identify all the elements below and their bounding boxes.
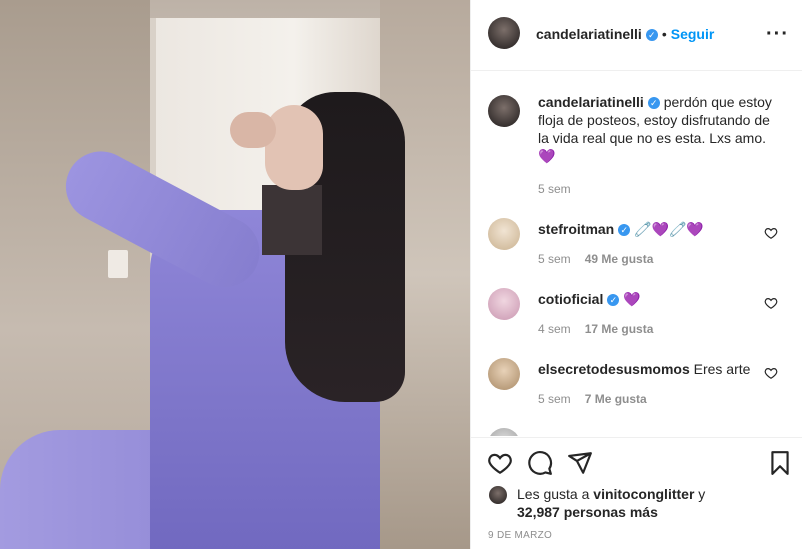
comment-text: elsecretodesusmomos Eres arte (538, 360, 778, 378)
like-comment-heart-icon[interactable] (764, 366, 778, 380)
post-photo[interactable] (0, 0, 470, 549)
share-icon[interactable] (567, 450, 593, 476)
comment-text: stefroitman ✓ 🧷💜🧷💜 (538, 220, 778, 238)
comment-time[interactable]: 5 sem (538, 392, 571, 406)
author-line: candelariatinelli ✓ • Seguir (536, 26, 714, 44)
photo-neck (262, 185, 322, 255)
verified-icon: ✓ (647, 97, 660, 110)
post-panel: candelariatinelli ✓ • Seguir ··· candelaria… (470, 0, 802, 549)
follow-button[interactable]: Seguir (671, 26, 715, 42)
likes-prefix: Les gusta a (517, 486, 590, 502)
comment-body: 💜 (623, 291, 641, 307)
caption-username[interactable]: candelariatinelli (538, 94, 644, 110)
comment-meta: 5 sem 7 Me gusta (538, 392, 647, 406)
caption-time[interactable]: 5 sem (538, 182, 571, 196)
verified-icon: ✓ (645, 28, 658, 41)
like-heart-icon[interactable] (487, 450, 513, 476)
comment-likes[interactable]: 49 Me gusta (585, 252, 654, 266)
comment-meta: 4 sem 17 Me gusta (538, 322, 653, 336)
comment-likes[interactable]: 17 Me gusta (585, 322, 654, 336)
post-actions: Les gusta a vinitoconglitter y 32,987 pe… (471, 437, 802, 550)
comments-list[interactable]: candelariatinelli ✓ perdón que estoy floj… (471, 71, 802, 436)
comment-username[interactable]: elsecretodesusmomos (538, 361, 690, 377)
verified-icon: ✓ (607, 294, 620, 307)
commenter-avatar[interactable] (488, 288, 520, 320)
comment-time[interactable]: 4 sem (538, 322, 571, 336)
likes-count[interactable]: 32,987 personas más (517, 504, 658, 520)
save-bookmark-icon[interactable] (767, 450, 793, 476)
author-avatar[interactable] (488, 17, 520, 49)
likes-text: Les gusta a vinitoconglitter y 32,987 pe… (489, 485, 705, 521)
commenter-avatar[interactable] (488, 428, 520, 436)
photo-hand (230, 112, 276, 148)
comment-likes[interactable]: 7 Me gusta (585, 392, 647, 406)
separator: • (661, 26, 667, 42)
comment-icon[interactable] (527, 450, 553, 476)
photo-light-switch (108, 250, 128, 278)
photo-face (265, 105, 323, 190)
comment-row-partial (471, 426, 802, 436)
comment-meta: 5 sem 49 Me gusta (538, 252, 653, 266)
liker-username[interactable]: vinitoconglitter (593, 486, 694, 502)
liker-avatar[interactable] (489, 486, 507, 504)
likes-conj: y (698, 486, 706, 502)
post-date[interactable]: 9 DE MARZO (488, 530, 552, 541)
like-comment-heart-icon[interactable] (764, 296, 778, 310)
comment-body: 🧷💜🧷💜 (634, 221, 704, 237)
comment-body: Eres arte (693, 361, 751, 377)
like-comment-heart-icon[interactable] (764, 226, 778, 240)
comment-username[interactable]: stefroitman (538, 221, 614, 237)
post-header: candelariatinelli ✓ • Seguir ··· (471, 0, 802, 71)
caption-avatar[interactable] (488, 95, 520, 127)
comment-time[interactable]: 5 sem (538, 252, 571, 266)
comment-text: cotioficial ✓ 💜 (538, 290, 778, 308)
commenter-avatar[interactable] (488, 218, 520, 250)
likes-summary: Les gusta a vinitoconglitter y 32,987 pe… (489, 485, 705, 521)
purple-heart-emoji: 💜 (538, 148, 556, 164)
caption-text: candelariatinelli ✓ perdón que estoy floj… (538, 93, 778, 165)
verified-icon: ✓ (618, 224, 631, 237)
comment-username[interactable]: cotioficial (538, 291, 603, 307)
commenter-avatar[interactable] (488, 358, 520, 390)
more-horizontal-icon[interactable]: ··· (766, 24, 789, 44)
author-username[interactable]: candelariatinelli (536, 26, 642, 42)
